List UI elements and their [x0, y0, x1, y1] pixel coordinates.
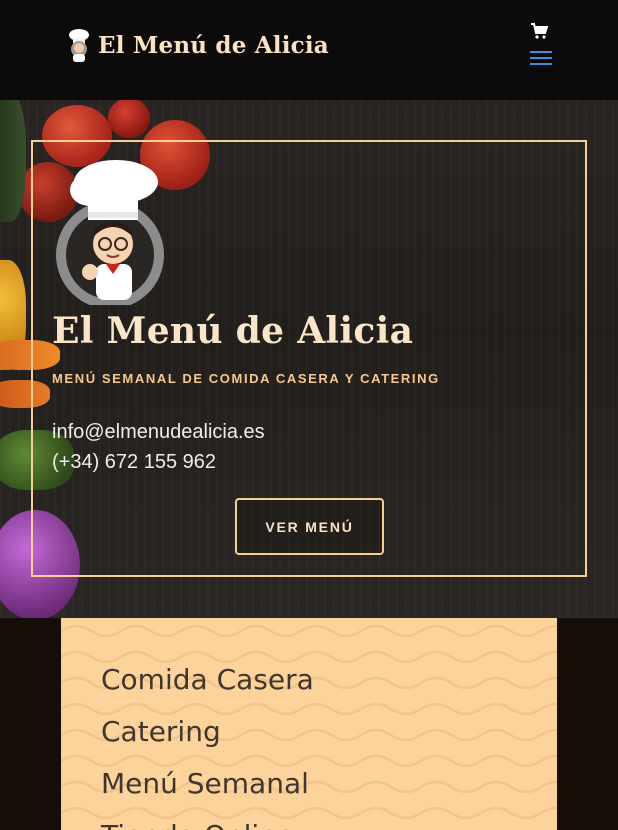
service-item-tienda-online[interactable]: Tienda Online — [101, 816, 314, 830]
chef-logo-icon — [69, 29, 89, 62]
hero-title: El Menú de Alicia — [52, 310, 414, 352]
chef-mascot-icon — [56, 160, 164, 305]
logo-text: El Menú de Alicia — [98, 31, 329, 59]
services-section: Comida Casera Catering Menú Semanal Tien… — [0, 618, 618, 830]
site-header: El Menú de Alicia — [0, 0, 618, 100]
view-menu-button[interactable]: VER MENÚ — [235, 498, 384, 555]
service-item-comida-casera[interactable]: Comida Casera — [101, 660, 314, 712]
hamburger-menu-icon[interactable] — [530, 51, 552, 67]
site-logo[interactable]: El Menú de Alicia — [64, 28, 329, 62]
services-panel: Comida Casera Catering Menú Semanal Tien… — [61, 618, 557, 830]
hero-section: El Menú de Alicia MENÚ SEMANAL DE COMIDA… — [0, 100, 618, 618]
hero-subtitle: MENÚ SEMANAL DE COMIDA CASERA Y CATERING — [52, 371, 440, 386]
cart-icon[interactable] — [530, 22, 548, 40]
contact-phone-link[interactable]: (+34) 672 155 962 — [52, 451, 216, 474]
contact-email-link[interactable]: info@elmenudealicia.es — [52, 421, 265, 444]
service-item-catering[interactable]: Catering — [101, 712, 314, 764]
services-list: Comida Casera Catering Menú Semanal Tien… — [101, 660, 314, 830]
service-item-menu-semanal[interactable]: Menú Semanal — [101, 764, 314, 816]
